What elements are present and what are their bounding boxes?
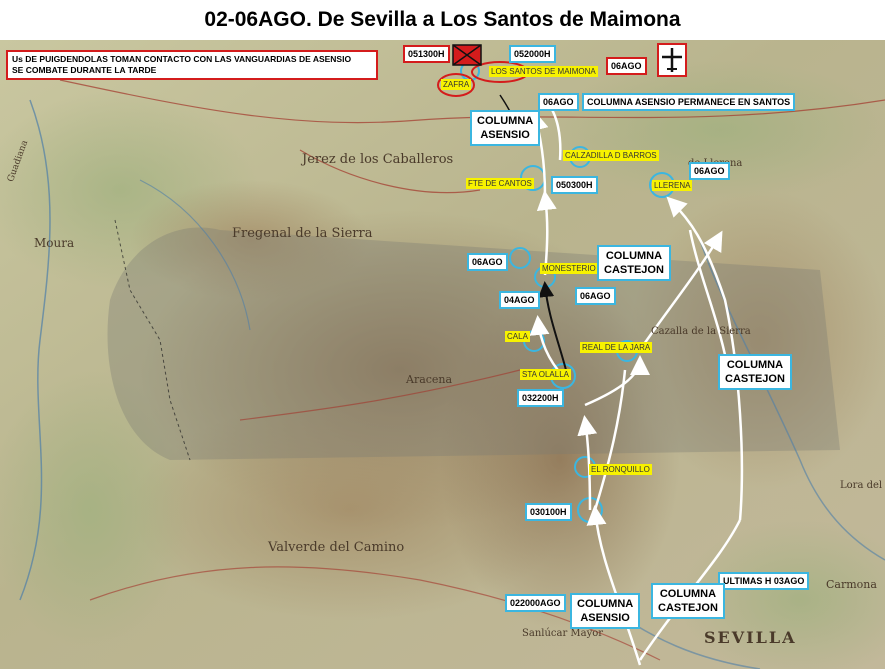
time-06ago-monesterio: 06AGO — [575, 287, 616, 305]
town-fte-cantos: FTE DE CANTOS — [466, 178, 534, 189]
combat-time-label: 051300H — [403, 45, 450, 63]
time-ultimas: ULTIMAS H 03AGO — [718, 572, 810, 590]
time-052000: 052000H — [509, 45, 556, 63]
column-remains-label: COLUMNA ASENSIO PERMANECE EN SANTOS — [582, 93, 796, 111]
place-jerez: Jerez de los Caballeros — [302, 152, 454, 167]
place-sanlucar: Sanlúcar Mayor — [522, 628, 604, 639]
time-06ago-air: 06AGO — [606, 57, 647, 75]
town-zafra: ZAFRA — [441, 79, 472, 90]
place-carmona: Carmona — [826, 578, 877, 591]
town-sta-olalla: STA OLALLA — [520, 369, 571, 380]
map-title: 02-06AGO. De Sevilla a Los Santos de Mai… — [204, 8, 681, 31]
time-06ago-llerena: 06AGO — [689, 162, 730, 180]
map-area: Jerez de los Caballeros Fregenal de la S… — [0, 40, 885, 669]
time-032200: 032200H — [517, 389, 564, 407]
time-050300: 050300H — [551, 176, 598, 194]
column-asensio-north: COLUMNA ASENSIO — [470, 110, 541, 146]
place-cazalla: Cazalla de la Sierra — [651, 326, 751, 337]
place-aracena: Aracena — [406, 373, 453, 386]
contact-note: Us DE PUIGDENDOLAS TOMAN CONTACTO CON LA… — [6, 50, 378, 80]
time-022000: 022000AGO — [505, 594, 566, 612]
time-04ago: 04AGO — [499, 291, 540, 309]
column-asensio-south: COLUMNA ASENSIO — [570, 593, 641, 629]
note-line-1: Us DE PUIGDENDOLAS TOMAN CONTACTO CON LA… — [12, 54, 352, 64]
town-monesterio: MONESTERIO — [540, 263, 598, 274]
town-calzadilla: CALZADILLA D BARROS — [563, 150, 659, 161]
place-valverde: Valverde del Camino — [268, 540, 405, 555]
time-06ago-santos: 06AGO — [538, 93, 579, 111]
place-fregenal: Fregenal de la Sierra — [232, 226, 373, 241]
town-los-santos: LOS SANTOS DE MAIMONA — [489, 66, 598, 77]
column-castejon-south: COLUMNA CASTEJON — [651, 583, 725, 619]
town-cala: CALA — [505, 331, 530, 342]
place-sevilla: SEVILLA — [704, 628, 797, 647]
town-llerena: LLERENA — [652, 180, 693, 191]
note-line-2: SE COMBATE DURANTE LA TARDE — [12, 65, 157, 75]
time-030100: 030100H — [525, 503, 572, 521]
column-castejon-mid: COLUMNA CASTEJON — [597, 245, 671, 281]
place-lora: Lora del Rio — [840, 480, 885, 491]
town-ronquillo: EL RONQUILLO — [589, 464, 652, 475]
town-real-jara: REAL DE LA JARA — [580, 342, 653, 353]
time-06ago-west: 06AGO — [467, 253, 508, 271]
place-moura: Moura — [34, 236, 75, 250]
column-castejon-east: COLUMNA CASTEJON — [718, 354, 792, 390]
